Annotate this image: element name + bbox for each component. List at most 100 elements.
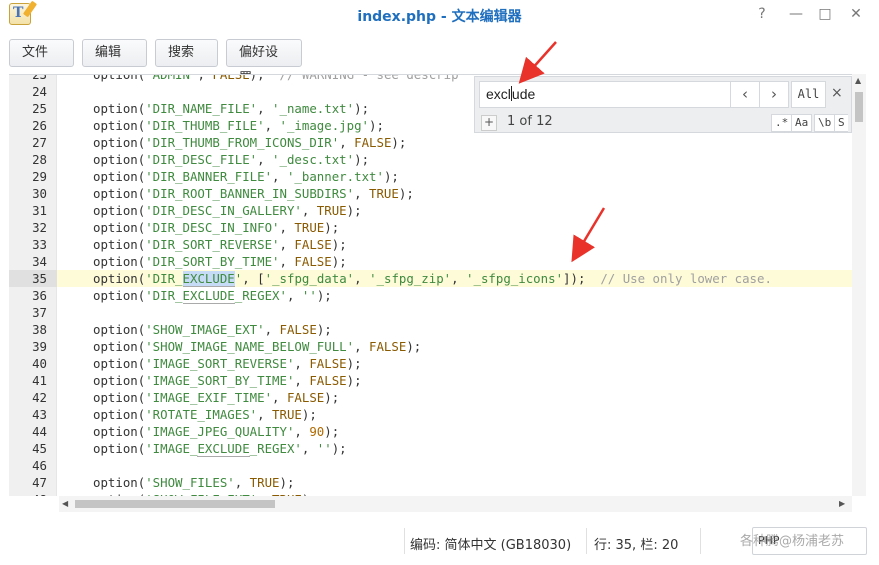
preferences-button[interactable]: 偏好设置	[226, 39, 302, 86]
status-bar: 编码: 简体中文 (GB18030) 行: 35, 栏: 20 PHP 各种腾@…	[0, 518, 879, 565]
horizontal-scrollbar[interactable]: ◀ ▶	[59, 496, 852, 512]
code-text: option('SHOW_FILES', TRUE);	[93, 475, 295, 490]
code-text: option('DIR_BANNER_FILE', '_banner.txt')…	[93, 169, 399, 184]
line-number: 39	[32, 339, 47, 354]
line-number: 26	[32, 118, 47, 133]
line-number: 45	[32, 441, 47, 456]
code-text: option('DIR_NAME_FILE', '_name.txt');	[93, 101, 370, 116]
divider	[700, 528, 701, 554]
code-line[interactable]: 28 option('DIR_DESC_FILE', '_desc.txt');	[9, 151, 852, 168]
search-menu-button[interactable]: 搜索	[155, 39, 218, 81]
scroll-up-icon[interactable]: ▲	[855, 76, 861, 85]
line-number: 42	[32, 390, 47, 405]
encoding-status[interactable]: 编码: 简体中文 (GB18030)	[410, 534, 571, 553]
line-number: 24	[32, 84, 47, 99]
code-line[interactable]: 29 option('DIR_BANNER_FILE', '_banner.txt…	[9, 168, 852, 185]
scroll-left-icon[interactable]: ◀	[62, 499, 68, 508]
code-text: option('DIR_EXCLUDE_REGEX', '');	[93, 288, 332, 304]
code-editor[interactable]: 23 option('ADMIN', FALSE); // WARNING - s…	[9, 74, 852, 496]
code-text: option('DIR_SORT_REVERSE', FALSE);	[93, 237, 347, 252]
code-text: option('DIR_THUMB_FROM_ICONS_DIR', FALSE…	[93, 135, 407, 150]
line-number: 27	[32, 135, 47, 150]
code-text: option('DIR_ROOT_BANNER_IN_SUBDIRS', TRU…	[93, 186, 414, 201]
code-line[interactable]: 46	[9, 457, 852, 474]
code-line[interactable]: 30 option('DIR_ROOT_BANNER_IN_SUBDIRS', T…	[9, 185, 852, 202]
line-number: 29	[32, 169, 47, 184]
search-input[interactable]: exclude	[479, 81, 731, 108]
vertical-scrollbar[interactable]: ▲	[852, 74, 866, 496]
previous-match-button[interactable]: ‹	[730, 81, 760, 108]
line-number: 25	[32, 101, 47, 116]
code-text: option('DIR_DESC_IN_INFO', TRUE);	[93, 220, 340, 235]
title-bar: T index.php - 文本编辑器 ? — □ ✕	[0, 0, 879, 30]
file-menu-button[interactable]: 文件	[9, 39, 74, 81]
code-text: option('ROTATE_IMAGES', TRUE);	[93, 407, 317, 422]
line-number: 35	[9, 270, 57, 287]
close-search-icon[interactable]: ×	[831, 85, 843, 101]
in-selection-toggle[interactable]: S	[834, 114, 848, 132]
code-line[interactable]: 43 option('ROTATE_IMAGES', TRUE);	[9, 406, 852, 423]
code-line[interactable]: 33 option('DIR_SORT_REVERSE', FALSE);	[9, 236, 852, 253]
case-sensitive-toggle[interactable]: Aa	[791, 114, 813, 132]
maximize-icon[interactable]: □	[816, 5, 834, 23]
line-number: 31	[32, 203, 47, 218]
regex-toggle[interactable]: .*	[771, 114, 793, 132]
code-line[interactable]: 44 option('IMAGE_JPEG_QUALITY', 90);	[9, 423, 852, 440]
code-text: option('DIR_THUMB_FILE', '_image.jpg');	[93, 118, 384, 133]
code-text: option('SHOW_IMAGE_EXT', FALSE);	[93, 322, 332, 337]
line-number: 32	[32, 220, 47, 235]
code-text: option('IMAGE_EXIF_TIME', FALSE);	[93, 390, 340, 405]
whole-word-toggle[interactable]: \b	[814, 114, 836, 132]
file-menu-label: 文件	[22, 45, 49, 60]
code-line[interactable]: 32 option('DIR_DESC_IN_INFO', TRUE);	[9, 219, 852, 236]
line-number: 46	[32, 458, 47, 473]
code-line[interactable]: 38 option('SHOW_IMAGE_EXT', FALSE);	[9, 321, 852, 338]
code-line[interactable]: 45 option('IMAGE_EXCLUDE_REGEX', '');	[9, 440, 852, 457]
line-number: 28	[32, 152, 47, 167]
code-line[interactable]: 41 option('IMAGE_SORT_BY_TIME', FALSE);	[9, 372, 852, 389]
code-line[interactable]: 39 option('SHOW_IMAGE_NAME_BELOW_FULL', F…	[9, 338, 852, 355]
line-number: 47	[32, 475, 47, 490]
code-line[interactable]: 34 option('DIR_SORT_BY_TIME', FALSE);	[9, 253, 852, 270]
search-menu-label: 搜索	[168, 45, 195, 60]
code-text: option('IMAGE_EXCLUDE_REGEX', '');	[93, 441, 347, 457]
close-icon[interactable]: ✕	[847, 5, 865, 23]
edit-menu-label: 编辑	[95, 45, 122, 60]
code-line[interactable]: 47 option('SHOW_FILES', TRUE);	[9, 474, 852, 491]
scroll-right-icon[interactable]: ▶	[839, 499, 845, 508]
code-line[interactable]: 31 option('DIR_DESC_IN_GALLERY', TRUE);	[9, 202, 852, 219]
code-text: option('IMAGE_SORT_REVERSE', FALSE);	[93, 356, 362, 371]
code-line[interactable]: 36 option('DIR_EXCLUDE_REGEX', '');	[9, 287, 852, 304]
minimize-icon[interactable]: —	[787, 5, 805, 23]
watermark: 各种腾@杨浦老苏	[740, 534, 845, 549]
code-line[interactable]: 37	[9, 304, 852, 321]
next-match-button[interactable]: ›	[759, 81, 789, 108]
code-text: option('DIR_DESC_IN_GALLERY', TRUE);	[93, 203, 362, 218]
code-text: option('SHOW_IMAGE_NAME_BELOW_FULL', FAL…	[93, 339, 422, 354]
horizontal-scroll-thumb[interactable]	[75, 500, 275, 508]
code-text: option('IMAGE_SORT_BY_TIME', FALSE);	[93, 373, 362, 388]
cursor-position: 行: 35, 栏: 20	[594, 538, 679, 553]
code-line[interactable]: 40 option('IMAGE_SORT_REVERSE', FALSE);	[9, 355, 852, 372]
code-text: option('DIR_SORT_BY_TIME', FALSE);	[93, 254, 347, 269]
code-line[interactable]: 27 option('DIR_THUMB_FROM_ICONS_DIR', FAL…	[9, 134, 852, 151]
line-number: 48	[9, 491, 47, 496]
code-line[interactable]: 42 option('IMAGE_EXIF_TIME', FALSE);	[9, 389, 852, 406]
active-code-line[interactable]: 35 option('DIR_EXCLUDE', ['_sfpg_data', '…	[9, 270, 852, 287]
help-icon[interactable]: ?	[753, 5, 771, 23]
line-number: 44	[32, 424, 47, 439]
divider	[404, 528, 405, 554]
window-title: index.php - 文本编辑器	[357, 9, 522, 25]
find-all-button[interactable]: All	[791, 81, 826, 108]
line-number: 36	[32, 288, 47, 303]
line-number: 41	[32, 373, 47, 388]
search-panel: exclude ‹ › All × + 1 of 12 .* Aa \b S	[474, 76, 852, 133]
vertical-scroll-thumb[interactable]	[855, 92, 863, 122]
line-number: 43	[32, 407, 47, 422]
line-number: 33	[32, 237, 47, 252]
line-number: 37	[32, 305, 47, 320]
expand-replace-icon[interactable]: +	[481, 115, 497, 131]
line-number: 38	[32, 322, 47, 337]
code-text: option('DIR_EXCLUDE', ['_sfpg_data', '_s…	[93, 271, 772, 287]
edit-menu-button[interactable]: 编辑	[82, 39, 147, 81]
